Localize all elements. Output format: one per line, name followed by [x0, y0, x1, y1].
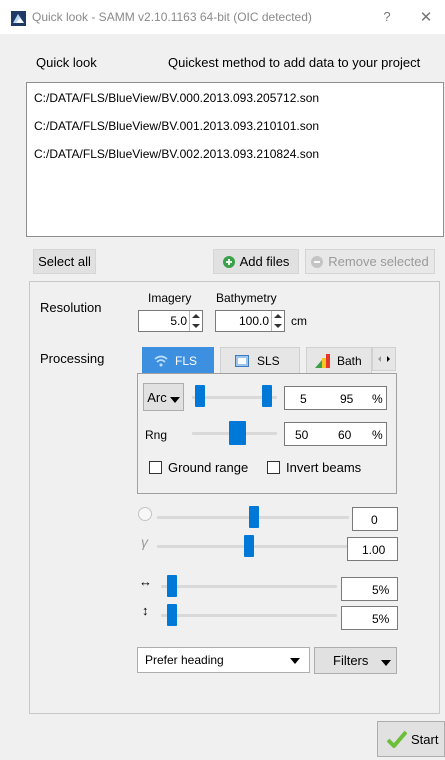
imagery-value: 5.0 [170, 314, 187, 328]
imagery-label: Imagery [148, 291, 192, 305]
vertical-field[interactable]: 5% [341, 606, 398, 630]
arc-dropdown-button[interactable]: Arc [143, 383, 184, 411]
start-button[interactable]: Start [377, 721, 445, 757]
select-all-label: Select all [38, 254, 91, 269]
brightness-value: 0 [371, 513, 378, 527]
vertical-arrows-icon: ↕ [142, 603, 149, 618]
arc-label: Arc [147, 389, 167, 405]
select-all-button[interactable]: Select all [33, 249, 96, 274]
dialog-heading: Quick look [36, 55, 97, 70]
rng-range-handle[interactable] [229, 421, 246, 445]
spin-arrows[interactable] [271, 311, 284, 331]
cm-unit: cm [291, 314, 307, 328]
rng-label: Rng [145, 428, 168, 442]
horizontal-handle[interactable] [167, 575, 177, 597]
list-item[interactable]: C:/DATA/FLS/BlueView/BV.001.2013.093.210… [34, 119, 319, 133]
filters-label: Filters [333, 653, 369, 668]
tab-sls-label: SLS [257, 353, 280, 368]
wifi-icon [154, 355, 168, 366]
chevron-down-icon [169, 397, 180, 403]
dialog-description: Quickest method to add data to your proj… [168, 55, 421, 70]
horizontal-value: 5% [372, 583, 390, 597]
remove-selected-button[interactable]: Remove selected [305, 249, 435, 274]
arc-max-value: 95 [340, 392, 354, 406]
help-icon[interactable]: ? [379, 9, 395, 25]
arc-range-field[interactable]: 5 95 % [284, 386, 387, 410]
rng-max-value: 60 [338, 428, 352, 442]
heading-select[interactable]: Prefer heading [137, 647, 310, 673]
vertical-slider-track[interactable] [161, 614, 337, 617]
app-icon [11, 11, 26, 26]
chevron-left-right-icon [378, 356, 390, 362]
processing-label: Processing [40, 351, 105, 366]
window-title: Quick look - SAMM v2.10.1163 64-bit (OIC… [32, 10, 312, 24]
tab-bathymetry[interactable]: Bath [306, 347, 372, 374]
sidescan-icon [235, 354, 249, 367]
remove-selected-label: Remove selected [328, 254, 429, 269]
add-files-button[interactable]: Add files [213, 249, 299, 274]
ground-range-label: Ground range [168, 460, 249, 475]
arc-min-handle[interactable] [195, 385, 205, 407]
resolution-label: Resolution [40, 300, 102, 315]
spin-arrows[interactable] [189, 311, 202, 331]
brightness-handle[interactable] [249, 506, 259, 528]
invert-beams-label: Invert beams [286, 460, 362, 475]
checkmark-icon [387, 730, 407, 748]
tab-sls[interactable]: SLS [220, 347, 300, 374]
start-label: Start [411, 731, 439, 747]
horizontal-arrows-icon: ↔ [139, 574, 152, 589]
vertical-handle[interactable] [167, 604, 177, 626]
arc-min-value: 5 [300, 392, 307, 406]
arc-max-handle[interactable] [262, 385, 272, 407]
tab-bathymetry-label: Bath [337, 353, 362, 368]
remove-icon [311, 255, 324, 268]
gamma-icon: γ [141, 534, 148, 550]
gamma-handle[interactable] [244, 535, 254, 557]
add-files-label: Add files [239, 254, 290, 269]
bathymetry-spinbox[interactable]: 100.0 [215, 310, 285, 332]
horizontal-field[interactable]: 5% [341, 577, 398, 601]
rng-min-value: 50 [295, 428, 309, 442]
heading-select-value: Prefer heading [145, 653, 224, 667]
gamma-field[interactable]: 1.00 [347, 537, 398, 561]
brightness-field[interactable]: 0 [352, 507, 398, 531]
close-icon[interactable]: ✕ [418, 8, 434, 26]
vertical-value: 5% [372, 612, 390, 626]
chevron-down-icon [381, 660, 391, 666]
imagery-spinbox[interactable]: 5.0 [138, 310, 203, 332]
rng-range-field[interactable]: 50 60 % [284, 422, 387, 446]
invert-beams-checkbox[interactable] [267, 461, 280, 474]
gamma-value: 1.00 [362, 543, 386, 557]
list-item[interactable]: C:/DATA/FLS/BlueView/BV.002.2013.093.210… [34, 147, 319, 161]
filters-button[interactable]: Filters [314, 647, 397, 674]
rng-unit: % [372, 428, 383, 442]
list-item[interactable]: C:/DATA/FLS/BlueView/BV.000.2013.093.205… [34, 91, 319, 105]
bathymetry-value: 100.0 [238, 314, 269, 328]
title-bar: Quick look - SAMM v2.10.1163 64-bit (OIC… [0, 0, 445, 34]
arc-unit: % [372, 392, 383, 406]
brightness-icon [138, 507, 152, 521]
tab-fls[interactable]: FLS [142, 347, 214, 374]
tab-fls-label: FLS [175, 353, 198, 368]
bathymetry-label: Bathymetry [216, 291, 277, 305]
bathymetry-icon [315, 353, 330, 368]
add-icon [222, 255, 235, 268]
chevron-down-icon [290, 658, 300, 664]
ground-range-checkbox[interactable] [149, 461, 162, 474]
horizontal-slider-track[interactable] [161, 585, 337, 588]
tab-scroll-buttons[interactable] [372, 347, 396, 371]
file-list[interactable]: C:/DATA/FLS/BlueView/BV.000.2013.093.205… [26, 82, 444, 237]
